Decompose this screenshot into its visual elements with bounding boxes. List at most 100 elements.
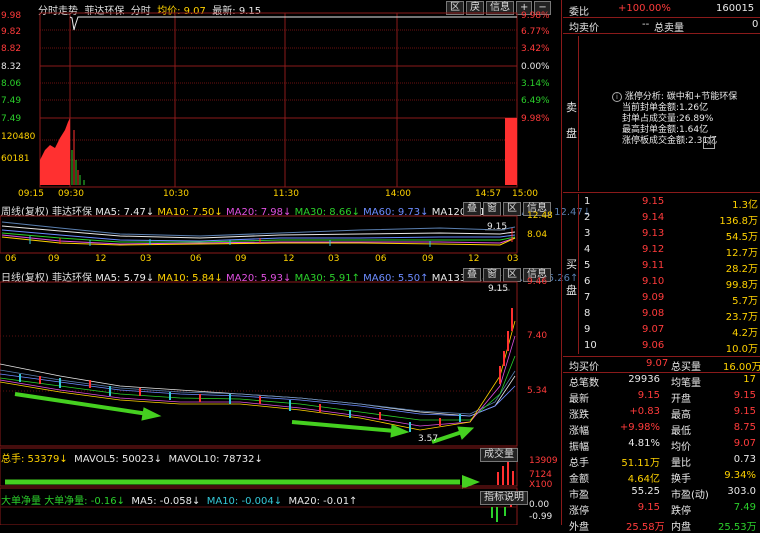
inner-volume-label: 内盘 <box>671 522 691 533</box>
weekly-x-label: 03 <box>140 254 152 264</box>
time-label: 14:57 <box>475 189 501 199</box>
stat-label: 最新 <box>569 394 589 405</box>
bid-price: 9.12 <box>642 244 665 255</box>
bid-price: 9.14 <box>642 212 665 223</box>
net-ma10: MA10: -0.004↓ <box>206 496 283 507</box>
bid-price: 9.07 <box>642 324 665 335</box>
intraday-chart <box>39 12 518 188</box>
bid-row[interactable]: 3 9.13 54.5万 <box>566 228 760 243</box>
weekly-x-label: 06 <box>5 254 17 264</box>
time-label: 14:00 <box>385 189 411 199</box>
avg-sell-label: 均卖价 <box>569 23 599 34</box>
stat-value: 55.25 <box>631 486 660 497</box>
stat-row: 涨停 9.15 跌停 7.49 <box>566 502 760 517</box>
close-icon[interactable]: × <box>703 137 715 149</box>
total-sell-label: 总卖量 <box>654 23 684 34</box>
stat-value: 8.75 <box>733 422 756 433</box>
weekly-axis-label: 8.04 <box>527 230 548 240</box>
daily-axis-label: 7.40 <box>527 331 548 341</box>
bid-price: 9.08 <box>642 308 665 319</box>
time-label: 15:00 <box>512 189 538 199</box>
net-ma5: MA5: -0.058↓ <box>131 496 201 507</box>
stat-label: 最低 <box>671 426 691 437</box>
stock-code: 160015 <box>716 3 755 14</box>
bid-row[interactable]: 5 9.11 28.2万 <box>566 260 760 275</box>
bid-level: 10 <box>584 340 597 351</box>
stat-row: 涨幅 +9.98% 最低 8.75 <box>566 422 760 437</box>
weekly-x-label: 12 <box>468 254 480 264</box>
weekly-x-label: 12 <box>95 254 107 264</box>
weekly-last-price: 9.15 <box>487 222 508 232</box>
bid-price: 9.06 <box>642 340 665 351</box>
stat-label: 开盘 <box>671 394 691 405</box>
order-ratio-label: 委比 <box>569 7 589 18</box>
left-axis-label: 8.32 <box>1 62 22 72</box>
avg-sell-row: 均卖价 -- 总卖量 0 <box>566 19 760 34</box>
indicator-help-button[interactable]: 指标说明 <box>480 491 528 505</box>
right-pct-label: 9.98% <box>521 114 550 124</box>
stat-label: 涨停 <box>569 506 589 517</box>
stat-value: 9.15 <box>637 502 660 513</box>
stat-row: 总笔数 29936 均笔量 17 <box>566 374 760 389</box>
left-axis-label: 9.82 <box>1 27 22 37</box>
left-axis-label: 8.06 <box>1 79 22 89</box>
stat-row: 金额 4.64亿 换手 9.34% <box>566 470 760 485</box>
outer-volume-value: 25.58万 <box>626 522 665 533</box>
weekly-panel: 周线(复权) 菲达环保 MA5: 7.47↓ MA10: 7.50↓ MA20:… <box>0 200 591 266</box>
weekly-x-label: 03 <box>507 254 519 264</box>
bid-level: 3 <box>584 228 591 239</box>
daily-chart <box>0 281 518 525</box>
bid-row[interactable]: 7 9.09 5.7万 <box>566 292 760 307</box>
max-seal-value: 1.64亿 <box>679 125 709 135</box>
weekly-x-label: 12 <box>283 254 295 264</box>
avg-buy-label: 均买价 <box>569 362 599 373</box>
stat-label: 市盈 <box>569 490 589 501</box>
volume-axis-label: 60181 <box>1 154 30 164</box>
net-volume-value: 大单净量: -0.16↓ <box>44 496 125 507</box>
bid-price: 9.13 <box>642 228 665 239</box>
volume-axis-label: 13909 <box>529 456 558 466</box>
avg-sell-value: -- <box>642 19 650 30</box>
bid-volume: 1.3亿 <box>732 200 758 211</box>
stat-value: 9.15 <box>733 390 756 401</box>
bid-row[interactable]: 10 9.06 10.0万 <box>566 340 760 355</box>
bid-row[interactable]: 6 9.10 99.8万 <box>566 276 760 291</box>
bid-row[interactable]: 1 9.15 1.3亿 <box>566 196 760 211</box>
weekly-x-label: 06 <box>190 254 202 264</box>
right-pct-label: 0.00% <box>521 62 550 72</box>
bid-row[interactable]: 4 9.12 12.7万 <box>566 244 760 259</box>
stat-label: 市盈(动) <box>671 490 709 501</box>
bid-volume: 99.8万 <box>725 280 758 291</box>
stat-row: 市盈 55.25 市盈(动) 303.0 <box>566 486 760 501</box>
bid-row[interactable]: 2 9.14 136.8万 <box>566 212 760 227</box>
avg-buy-value: 9.07 <box>646 358 669 369</box>
weekly-x-label: 09 <box>422 254 434 264</box>
left-axis-label: 7.49 <box>1 114 22 124</box>
bid-volume: 23.7万 <box>725 312 758 323</box>
limit-up-analysis: i 涨停分析: 碳中和+节能环保 当前封单金额:1.26亿 封单占成交量:26.… <box>612 92 737 147</box>
bid-row[interactable]: 9 9.07 4.2万 <box>566 324 760 339</box>
bid-volume: 4.2万 <box>732 328 758 339</box>
daily-panel: 日线(复权) 菲达环保 MA5: 5.79↓ MA10: 5.84↓ MA20:… <box>0 266 578 525</box>
avg-buy-row: 均买价 9.07 总买量 16.00万 <box>566 358 760 373</box>
daily-axis-label: 5.34 <box>527 386 548 396</box>
left-axis-label: 8.82 <box>1 44 22 54</box>
net-volume-title: 大单净量 <box>1 496 41 507</box>
volume-axis-label: 120480 <box>1 132 36 142</box>
bid-level: 7 <box>584 292 591 303</box>
daily-low-label: 3.57 <box>418 434 439 444</box>
stat-label: 换手 <box>671 474 691 485</box>
left-axis-label: 7.49 <box>1 96 22 106</box>
bid-row[interactable]: 8 9.08 23.7万 <box>566 308 760 323</box>
bid-price: 9.15 <box>642 196 665 207</box>
volume-header: 总手: 53379↓ MAVOL5: 50023↓ MAVOL10: 78732… <box>1 450 263 465</box>
stat-label: 涨幅 <box>569 426 589 437</box>
seal-amount-label: 当前封单金额: <box>622 103 680 113</box>
outer-inner-row: 外盘 25.58万 内盘 25.53万 <box>566 518 760 533</box>
net-volume-header: 大单净量 大单净量: -0.16↓ MA5: -0.058↓ MA10: -0.… <box>1 492 357 507</box>
stat-value: +9.98% <box>619 422 660 433</box>
stat-value: +0.83 <box>629 406 660 417</box>
volume-indicator-button[interactable]: 成交量 <box>480 448 518 462</box>
bid-volume: 28.2万 <box>725 264 758 275</box>
bid-level: 9 <box>584 324 591 335</box>
